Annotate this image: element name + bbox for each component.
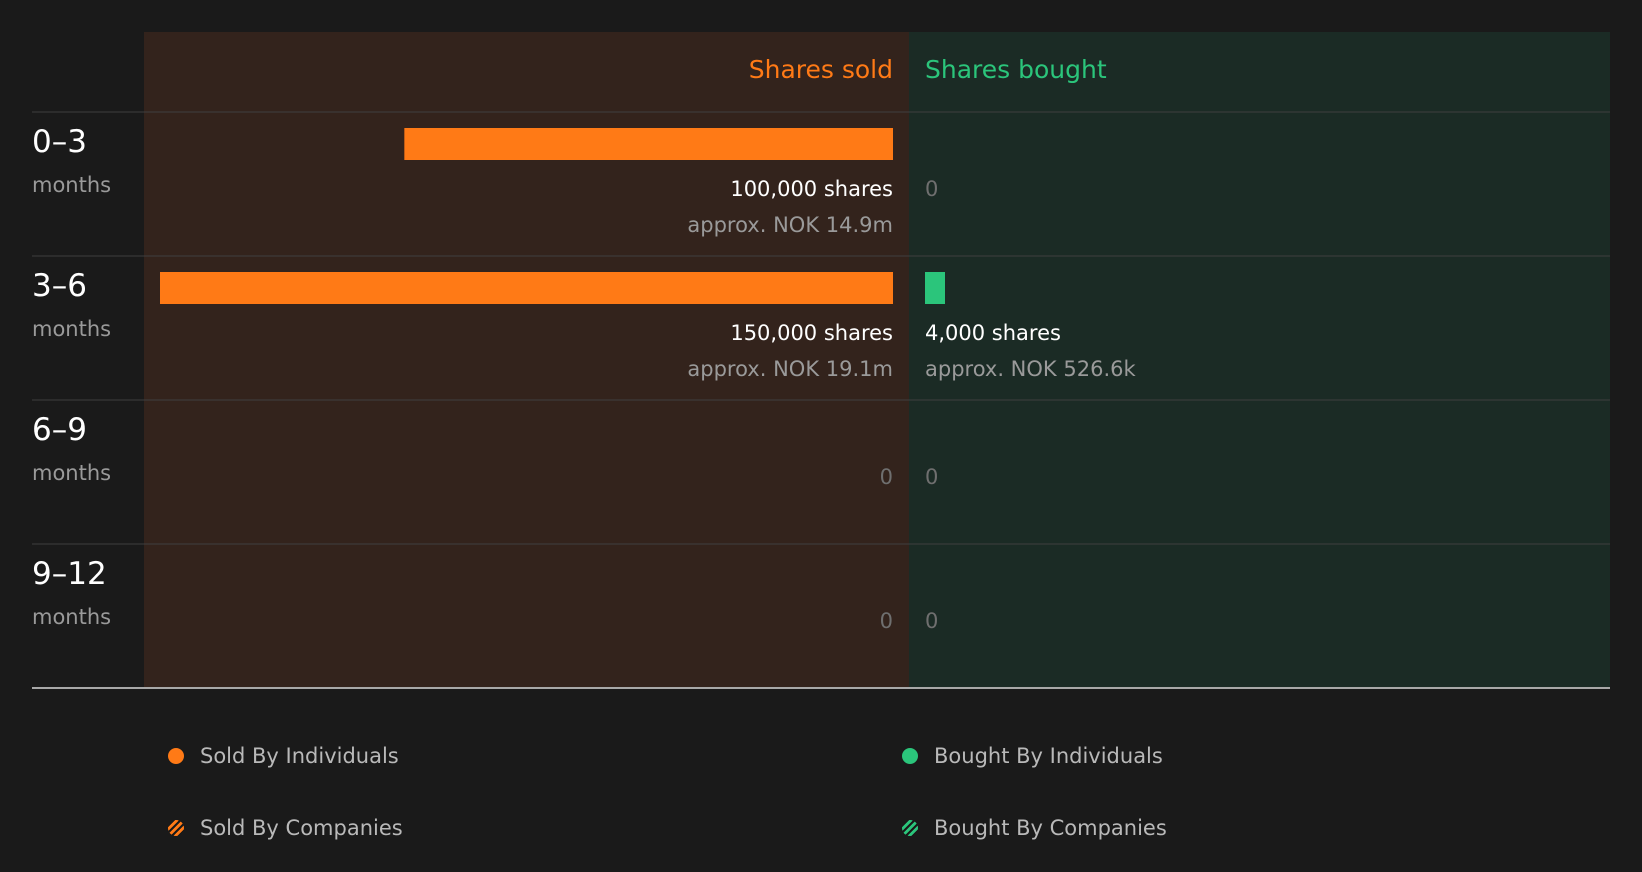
row-sublabel: months: [32, 605, 111, 629]
bought-zero-label: 0: [925, 465, 938, 489]
legend-swatch-bought-individuals: [902, 748, 918, 764]
legend-item-sold-companies[interactable]: Sold By Companies: [168, 816, 403, 840]
legend-swatch-sold-companies: [168, 820, 184, 836]
legend-label-sold-individuals: Sold By Individuals: [200, 744, 399, 768]
chart-legend: Sold By Individuals Bought By Individual…: [0, 700, 1642, 872]
sold-zero-label: 0: [880, 609, 893, 633]
row-label: 0–3: [32, 124, 87, 160]
row-sublabel: months: [32, 317, 111, 341]
legend-item-sold-individuals[interactable]: Sold By Individuals: [168, 744, 399, 768]
legend-item-bought-companies[interactable]: Bought By Companies: [902, 816, 1167, 840]
bought-zero-label: 0: [925, 609, 938, 633]
row-label: 6–9: [32, 412, 87, 448]
row-sublabel: months: [32, 173, 111, 197]
legend-swatch-bought-companies: [902, 820, 918, 836]
bought-value-label: 4,000 shares: [925, 321, 1061, 345]
legend-label-sold-companies: Sold By Companies: [200, 816, 403, 840]
bought-bar: [925, 272, 945, 304]
row-label: 9–12: [32, 556, 107, 592]
row-label: 3–6: [32, 268, 87, 304]
sold-approx-label: approx. NOK 19.1m: [687, 357, 893, 381]
sold-value-label: 150,000 shares: [730, 321, 893, 345]
sold-value-label: 100,000 shares: [730, 177, 893, 201]
legend-item-bought-individuals[interactable]: Bought By Individuals: [902, 744, 1163, 768]
legend-swatch-sold-individuals: [168, 748, 184, 764]
row-sublabel: months: [32, 461, 111, 485]
bought-column-header: Shares bought: [925, 55, 1107, 84]
sold-bar: [160, 272, 893, 304]
legend-label-bought-individuals: Bought By Individuals: [934, 744, 1163, 768]
sold-approx-label: approx. NOK 14.9m: [687, 213, 893, 237]
legend-label-bought-companies: Bought By Companies: [934, 816, 1167, 840]
sold-bar: [404, 128, 893, 160]
insider-trading-chart: Shares sold Shares bought 0–3 months 100,000…: [32, 32, 1610, 689]
sold-zero-label: 0: [880, 465, 893, 489]
bought-zero-label: 0: [925, 177, 938, 201]
bought-approx-label: approx. NOK 526.6k: [925, 357, 1136, 381]
sold-column-header: Shares sold: [749, 55, 893, 84]
